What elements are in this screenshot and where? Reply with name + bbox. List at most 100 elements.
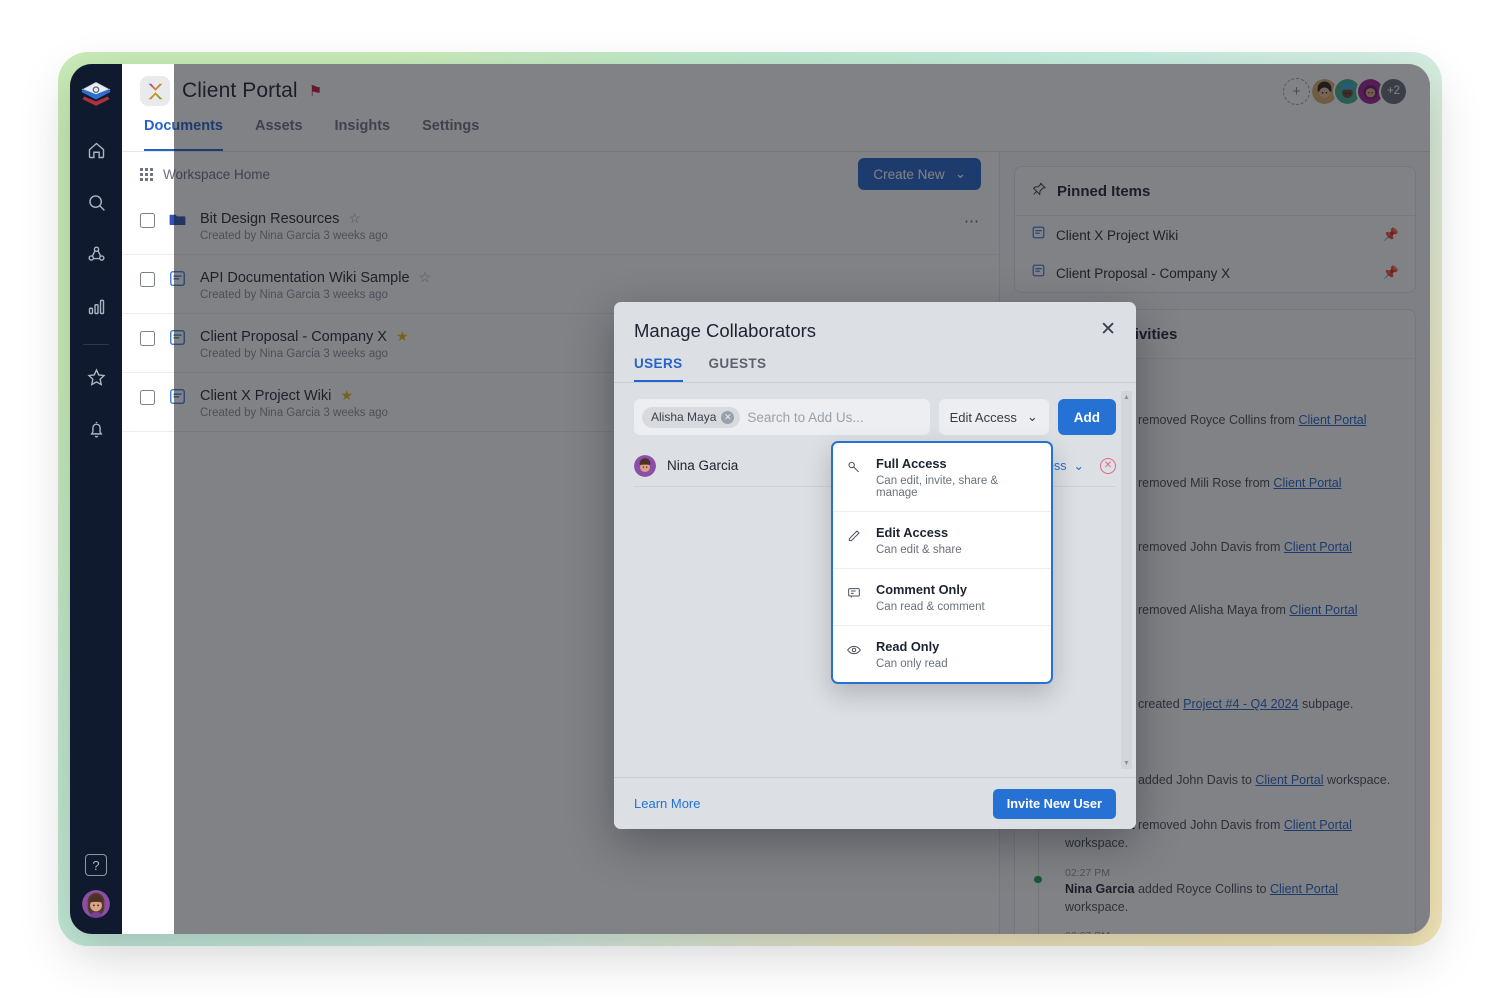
activity-time: 02:27 PM xyxy=(1065,930,1399,934)
star-outline-icon[interactable]: ☆ xyxy=(419,269,432,286)
activity-link[interactable]: Client Portal xyxy=(1289,603,1357,617)
modal-header: Manage Collaborators ✕ xyxy=(614,302,1136,342)
table-row[interactable]: Bit Design Resources ☆ Created by Nina G… xyxy=(122,196,999,255)
doc-subtitle: Created by Nina Garcia 3 weeks ago xyxy=(200,289,388,301)
tab-insights[interactable]: Insights xyxy=(335,118,391,151)
left-nav-rail: ? xyxy=(70,64,122,934)
modal-scrollbar[interactable]: ▲ ▼ xyxy=(1121,391,1132,769)
close-icon[interactable]: ✕ xyxy=(1100,320,1116,339)
app-window: ? Client Portal ⚑ + +2 Documents Assets … xyxy=(70,64,1430,934)
selected-user-chip: Alisha Maya ✕ xyxy=(642,406,741,428)
list-item[interactable]: Client X Project Wiki 📌 xyxy=(1015,216,1415,254)
main-tabs: Documents Assets Insights Settings xyxy=(122,118,1430,152)
sidebar-item-search[interactable] xyxy=(77,186,115,224)
row-checkbox[interactable] xyxy=(140,213,155,228)
activity-link[interactable]: Client Portal xyxy=(1255,773,1323,787)
sidebar-item-home[interactable] xyxy=(77,134,115,172)
chevron-down-icon: ⌄ xyxy=(1026,409,1038,424)
collaborator-name: Nina Garcia xyxy=(667,458,739,473)
menu-item-edit-access[interactable]: Edit Access Can edit & share xyxy=(833,512,1051,569)
chip-remove-icon[interactable]: ✕ xyxy=(721,410,735,424)
activity-link[interactable]: Client Portal xyxy=(1284,818,1352,832)
menu-item-full-access[interactable]: Full Access Can edit, invite, share & ma… xyxy=(833,443,1051,512)
share-network-icon xyxy=(86,244,107,270)
menu-item-title: Edit Access xyxy=(876,525,949,540)
doc-title: Bit Design Resources xyxy=(200,210,340,227)
activity-link[interactable]: Client Portal xyxy=(1284,540,1352,554)
pin-filled-icon[interactable]: 📌 xyxy=(1383,265,1399,281)
modal-tabs: USERS GUESTS xyxy=(614,342,1136,383)
scroll-up-icon[interactable]: ▲ xyxy=(1123,393,1131,401)
invite-new-user-button[interactable]: Invite New User xyxy=(992,788,1116,819)
menu-item-read-only[interactable]: Read Only Can only read xyxy=(833,626,1051,682)
pinned-items-title-row: Pinned Items xyxy=(1015,167,1415,216)
star-filled-icon[interactable]: ★ xyxy=(396,328,409,345)
add-button[interactable]: Add xyxy=(1057,399,1116,435)
bookmark-flag-icon[interactable]: ⚑ xyxy=(309,82,322,100)
remove-collaborator-icon[interactable]: ✕ xyxy=(1100,457,1116,474)
tab-users[interactable]: USERS xyxy=(634,356,683,382)
activity-link[interactable]: Client Portal xyxy=(1298,413,1366,427)
help-icon[interactable]: ? xyxy=(85,854,107,876)
sidebar-item-favorites[interactable] xyxy=(77,361,115,399)
eye-icon xyxy=(846,638,864,663)
workspace-logo xyxy=(140,76,170,106)
menu-item-desc: Can read & comment xyxy=(876,601,985,613)
menu-item-comment-only[interactable]: Comment Only Can read & comment xyxy=(833,569,1051,626)
tab-documents[interactable]: Documents xyxy=(144,118,223,151)
access-level-select[interactable]: Edit Access ⌄ xyxy=(938,399,1049,435)
search-input[interactable]: Alisha Maya ✕ Search to Add Us... xyxy=(634,399,930,435)
access-level-dropdown: Full Access Can edit, invite, share & ma… xyxy=(831,441,1053,684)
rail-bottom-group: ? xyxy=(70,854,122,918)
menu-item-desc: Can only read xyxy=(876,658,948,670)
sidebar-item-share[interactable] xyxy=(77,238,115,276)
activity-link[interactable]: Client Portal xyxy=(1270,882,1338,896)
create-new-label: Create New xyxy=(873,166,945,182)
search-icon xyxy=(86,192,107,218)
row-more-menu[interactable]: ⋯ xyxy=(964,210,981,230)
main-area: Client Portal ⚑ + +2 Documents Assets In… xyxy=(122,64,1430,934)
row-checkbox[interactable] xyxy=(140,272,155,287)
sidebar-item-notifications[interactable] xyxy=(77,413,115,451)
tab-settings[interactable]: Settings xyxy=(422,118,479,151)
member-avatars: + +2 xyxy=(1283,76,1408,106)
star-icon xyxy=(86,367,107,393)
activity-link[interactable]: Client Portal xyxy=(1273,476,1341,490)
tab-guests[interactable]: GUESTS xyxy=(709,356,767,382)
row-title-wrap: Client X Project Wiki ★ xyxy=(200,387,388,404)
workspace-header: Client Portal ⚑ + +2 xyxy=(122,64,1430,118)
avatar-overflow-count[interactable]: +2 xyxy=(1379,76,1408,106)
pin-filled-icon[interactable]: 📌 xyxy=(1383,227,1399,243)
doc-title: API Documentation Wiki Sample xyxy=(200,269,410,286)
row-checkbox[interactable] xyxy=(140,390,155,405)
sidebar-item-insights[interactable] xyxy=(77,290,115,328)
rail-user-avatar[interactable] xyxy=(82,890,110,918)
document-icon xyxy=(1031,225,1046,245)
create-new-button[interactable]: Create New ⌄ xyxy=(858,158,981,190)
row-checkbox[interactable] xyxy=(140,331,155,346)
search-placeholder: Search to Add Us... xyxy=(747,409,864,425)
star-outline-icon[interactable]: ☆ xyxy=(348,210,361,227)
chevron-down-icon: ⌄ xyxy=(954,166,966,181)
avatar xyxy=(634,454,656,477)
doc-subtitle: Created by Nina Garcia 3 weeks ago xyxy=(200,230,388,242)
learn-more-link[interactable]: Learn More xyxy=(634,796,700,811)
page-title: Client Portal xyxy=(182,79,298,102)
menu-item-title: Comment Only xyxy=(876,582,968,597)
layers-logo[interactable] xyxy=(78,78,114,114)
pinned-item-label: Client Proposal - Company X xyxy=(1056,265,1231,281)
activity-item: 02:27 PMNina Garcia added Mili Rose to C… xyxy=(1039,930,1399,934)
star-filled-icon[interactable]: ★ xyxy=(340,387,353,404)
menu-item-desc: Can edit, invite, share & manage xyxy=(876,475,999,499)
scroll-down-icon[interactable]: ▼ xyxy=(1123,759,1131,767)
menu-item-title: Read Only xyxy=(876,639,940,654)
doc-title: Client Proposal - Company X xyxy=(200,328,387,345)
document-list-header: Workspace Home Create New ⌄ xyxy=(122,152,999,196)
activity-link[interactable]: Project #4 - Q4 2024 xyxy=(1183,697,1298,711)
menu-item-title: Full Access xyxy=(876,456,947,471)
tab-assets[interactable]: Assets xyxy=(255,118,303,151)
add-member-button[interactable]: + xyxy=(1283,77,1310,105)
grid-icon xyxy=(140,167,153,181)
comment-icon xyxy=(846,581,864,606)
list-item[interactable]: Client Proposal - Company X 📌 xyxy=(1015,254,1415,292)
